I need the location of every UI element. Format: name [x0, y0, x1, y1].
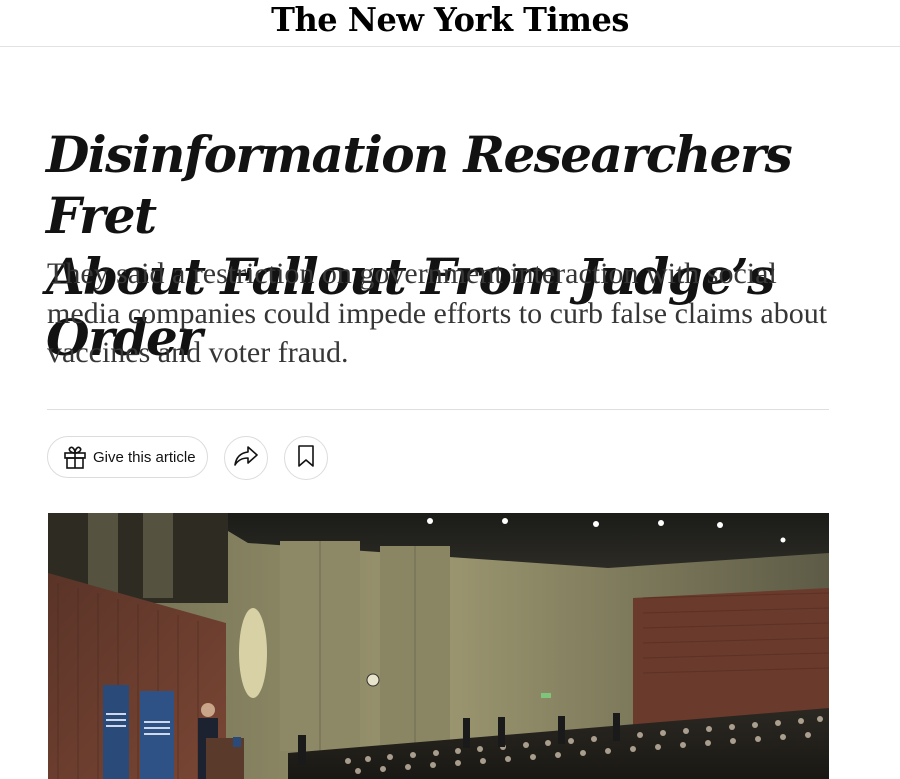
gift-icon	[61, 443, 89, 471]
give-article-label: Give this article	[93, 448, 196, 466]
headline-line-1: Disinformation Researchers Fret	[46, 125, 793, 245]
share-arrow-icon	[233, 445, 259, 471]
nyt-logo[interactable]: The New York Times	[271, 1, 629, 40]
masthead: The New York Times	[0, 0, 900, 47]
article-lead-photo[interactable]	[48, 513, 829, 779]
share-button[interactable]	[224, 436, 268, 480]
auditorium-photo	[48, 513, 829, 779]
divider	[47, 409, 829, 410]
save-button[interactable]	[284, 436, 328, 480]
give-article-button[interactable]: Give this article	[47, 436, 208, 478]
bookmark-icon	[297, 444, 315, 472]
article-summary: They said a restriction on government in…	[47, 257, 828, 369]
